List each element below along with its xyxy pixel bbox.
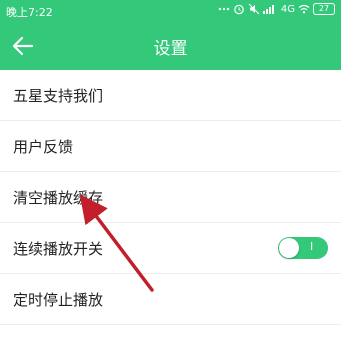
status-icons: 4G 27 xyxy=(218,3,335,15)
settings-list: 五星支持我们 用户反馈 清空播放缓存 连续播放开关 I 定时停止播放 xyxy=(0,70,341,355)
network-type: 4G xyxy=(280,3,295,15)
wifi-icon xyxy=(298,4,310,14)
settings-item-label: 定时停止播放 xyxy=(13,291,104,309)
title-bar: 设置 xyxy=(0,22,341,70)
alarm-clock-icon xyxy=(234,4,244,15)
settings-item-feedback[interactable]: 用户反馈 xyxy=(0,121,341,172)
mute-icon xyxy=(248,3,260,15)
settings-item-label: 用户反馈 xyxy=(13,138,74,156)
settings-item-label: 连续播放开关 xyxy=(13,240,104,258)
signal-icon xyxy=(262,5,274,14)
dots-icon xyxy=(218,7,230,11)
page-title: 设置 xyxy=(153,39,188,59)
settings-item-label: 清空播放缓存 xyxy=(13,189,104,207)
status-bar: 晚上7:22 4G 27 xyxy=(0,0,341,22)
toggle-knob xyxy=(279,238,299,258)
status-time: 晚上7:22 xyxy=(6,6,53,19)
battery-indicator: 27 xyxy=(313,3,335,15)
settings-item-sleep-timer[interactable]: 定时停止播放 xyxy=(0,274,341,325)
settings-item-rate-us[interactable]: 五星支持我们 xyxy=(0,70,341,121)
toggle-on-mark: I xyxy=(310,240,314,253)
settings-item-clear-cache[interactable]: 清空播放缓存 xyxy=(0,172,341,223)
continuous-play-toggle[interactable]: I xyxy=(278,237,328,259)
settings-item-continuous-play: 连续播放开关 I xyxy=(0,223,341,274)
app-header: 晚上7:22 4G 27 设置 xyxy=(0,0,341,70)
settings-item-label: 五星支持我们 xyxy=(13,87,104,105)
